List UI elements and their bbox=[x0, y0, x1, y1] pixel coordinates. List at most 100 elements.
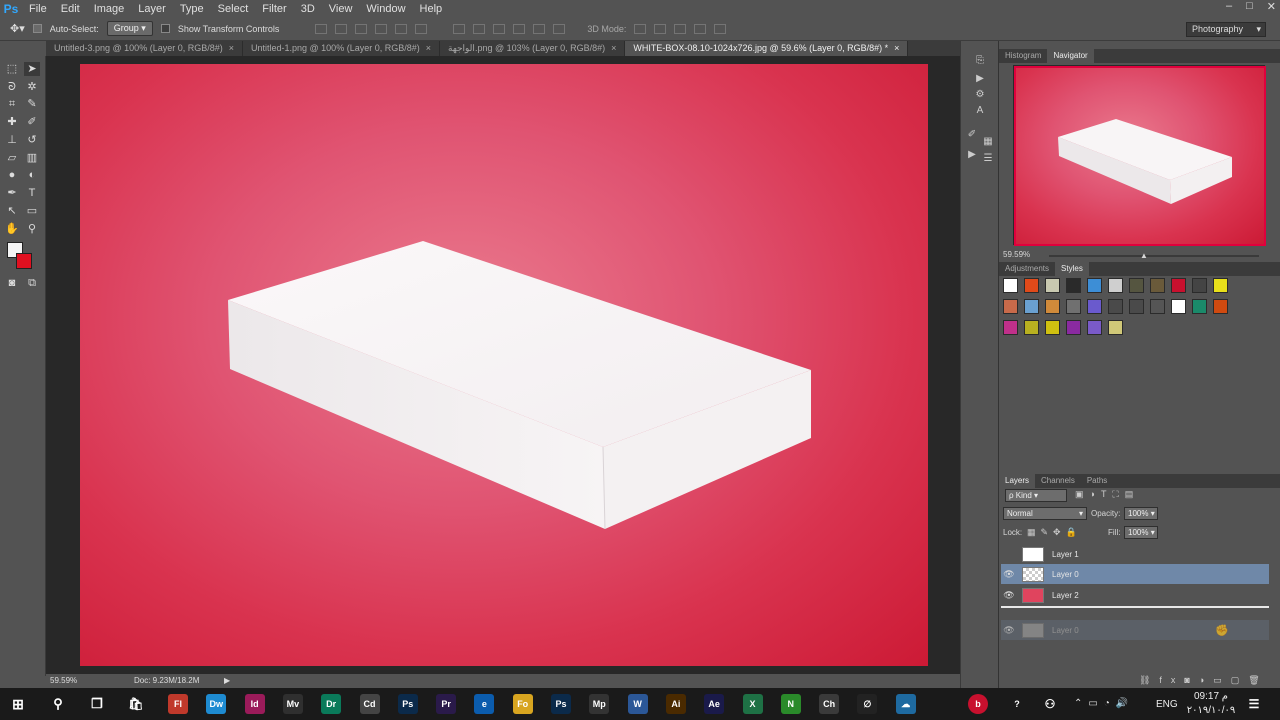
style-swatch[interactable] bbox=[1108, 320, 1123, 335]
taskbar-app-icon[interactable]: Pr bbox=[436, 694, 457, 714]
layer-name[interactable]: Layer 2 bbox=[1052, 591, 1079, 600]
taskbar-app-icon[interactable]: Fo bbox=[512, 694, 533, 714]
hand-tool-icon[interactable]: ✋ bbox=[4, 222, 20, 236]
menu-help[interactable]: Help bbox=[413, 3, 450, 15]
timeline-icon[interactable]: ▶ bbox=[965, 149, 979, 161]
menu-3d[interactable]: 3D bbox=[294, 3, 322, 15]
distribute-top-icon[interactable] bbox=[453, 23, 466, 34]
zoom-slider-handle-icon[interactable]: ▲ bbox=[1140, 251, 1148, 260]
close-tab-icon[interactable]: × bbox=[611, 43, 616, 53]
style-swatch[interactable] bbox=[1024, 278, 1039, 293]
menu-view[interactable]: View bbox=[322, 3, 360, 15]
style-swatch[interactable] bbox=[1108, 299, 1123, 314]
clock-date[interactable]: ٢٠١٩/١٠/٠٩ bbox=[1184, 705, 1238, 716]
eye-icon[interactable]: 👁 bbox=[1001, 590, 1017, 601]
rectangle-tool-icon[interactable]: ▭ bbox=[24, 204, 40, 218]
notifications-icon[interactable]: ☰ bbox=[1244, 694, 1264, 714]
actions-panel-icon[interactable]: ▶ bbox=[973, 73, 987, 85]
lasso-tool-icon[interactable]: ᘐ bbox=[4, 80, 20, 94]
style-swatch[interactable] bbox=[1066, 278, 1081, 293]
tool-presets-icon[interactable]: ⚙ bbox=[973, 89, 987, 101]
search-icon[interactable]: ⚲ bbox=[48, 694, 68, 714]
layer-row-layer-0[interactable]: 👁 Layer 0 bbox=[1001, 564, 1269, 584]
eye-icon[interactable]: 👁 bbox=[1001, 569, 1017, 580]
tab-histogram[interactable]: Histogram bbox=[999, 49, 1047, 63]
marquee-tool-icon[interactable]: ⬚ bbox=[4, 62, 20, 76]
tray-icons[interactable]: ⌃▭◔🔊 bbox=[1074, 698, 1134, 709]
style-swatch[interactable] bbox=[1045, 320, 1060, 335]
align-right-icon[interactable] bbox=[415, 23, 428, 34]
menu-filter[interactable]: Filter bbox=[255, 3, 293, 15]
taskbar-app-icon[interactable]: Dw bbox=[206, 694, 227, 714]
store-icon[interactable]: 🛍 bbox=[126, 694, 146, 714]
move-tool-icon[interactable]: ➤ bbox=[24, 62, 40, 76]
distribute-right-icon[interactable] bbox=[553, 23, 566, 34]
taskbar-app-icon[interactable]: W bbox=[627, 694, 648, 714]
pen-tool-icon[interactable]: ✒ bbox=[4, 186, 20, 200]
brush-panel-icon[interactable]: ✐ bbox=[965, 129, 979, 141]
3d-pan-icon[interactable] bbox=[674, 23, 687, 34]
style-swatch[interactable] bbox=[1045, 278, 1060, 293]
style-swatch[interactable] bbox=[1213, 299, 1228, 314]
taskbar-app-icon[interactable]: Dr bbox=[321, 694, 342, 714]
style-swatch[interactable] bbox=[1171, 278, 1186, 293]
style-swatch[interactable] bbox=[1192, 299, 1207, 314]
style-swatch[interactable] bbox=[1129, 278, 1144, 293]
brush-tool-icon[interactable]: ✐ bbox=[24, 115, 40, 129]
distribute-bottom-icon[interactable] bbox=[493, 23, 506, 34]
taskbar-app-icon[interactable]: Ps bbox=[551, 694, 571, 714]
gradient-tool-icon[interactable]: ▥ bbox=[24, 151, 40, 165]
background-color-swatch[interactable] bbox=[16, 253, 32, 269]
layer-name[interactable]: Layer 0 bbox=[1052, 570, 1079, 579]
opacity-input[interactable]: 100% ▾ bbox=[1124, 507, 1158, 520]
style-swatch[interactable] bbox=[1003, 320, 1018, 335]
distribute-left-icon[interactable] bbox=[513, 23, 526, 34]
taskbar-app-icon[interactable]: e bbox=[474, 694, 495, 714]
eyedropper-icon[interactable]: ✎ bbox=[24, 97, 40, 111]
blur-tool-icon[interactable]: ● bbox=[4, 168, 20, 182]
tab-channels[interactable]: Channels bbox=[1035, 474, 1081, 488]
character-panel-icon[interactable]: A bbox=[973, 105, 987, 117]
taskbar-app-icon[interactable]: Ai bbox=[665, 694, 686, 714]
layer-filter-icons[interactable]: ▣◑T⛶▤ bbox=[1075, 489, 1139, 500]
taskbar-app-icon[interactable]: Id bbox=[244, 694, 265, 714]
distribute-hcenter-icon[interactable] bbox=[533, 23, 546, 34]
menu-window[interactable]: Window bbox=[359, 3, 412, 15]
doc-tab-arabic[interactable]: الواجهة.png @ 103% (Layer 0, RGB/8#) × bbox=[440, 41, 626, 56]
taskbar-app-icon[interactable]: Mv bbox=[282, 694, 303, 714]
style-swatch[interactable] bbox=[1129, 299, 1144, 314]
doc-tab-untitled-1[interactable]: Untitled-1.png @ 100% (Layer 0, RGB/8#) × bbox=[243, 41, 440, 56]
path-selection-icon[interactable]: ↖ bbox=[4, 204, 20, 218]
align-left-icon[interactable] bbox=[375, 23, 388, 34]
windows-start-icon[interactable]: ⊞ bbox=[8, 694, 28, 714]
taskbar-app-icon[interactable]: ☁ bbox=[895, 694, 916, 714]
properties-panel-icon[interactable]: ☰ bbox=[981, 153, 995, 165]
input-language[interactable]: ENG bbox=[1156, 699, 1178, 710]
move-tool-preset-icon[interactable]: ✥▾ bbox=[10, 22, 25, 35]
layer-row-layer-1[interactable]: Layer 1 bbox=[1001, 544, 1269, 564]
layer-filter-kind[interactable]: ρ Kind ▾ bbox=[1005, 489, 1067, 502]
task-view-icon[interactable]: ❐ bbox=[87, 694, 107, 714]
people-icon[interactable]: ⚇ bbox=[1040, 694, 1060, 714]
auto-select-checkbox[interactable] bbox=[32, 24, 42, 33]
style-swatch[interactable] bbox=[1171, 299, 1186, 314]
style-swatch[interactable] bbox=[1087, 299, 1102, 314]
menu-file[interactable]: File bbox=[22, 3, 54, 15]
style-swatch[interactable] bbox=[1213, 278, 1228, 293]
clock-time[interactable]: 09:17 م bbox=[1186, 691, 1236, 702]
navigator-zoom-value[interactable]: 59.59% bbox=[1003, 250, 1030, 259]
workspace-dropdown[interactable]: Photography ▾ bbox=[1186, 22, 1266, 37]
layer-row-layer-2[interactable]: 👁 Layer 2 bbox=[1001, 585, 1269, 605]
menu-type[interactable]: Type bbox=[173, 3, 211, 15]
tab-layers[interactable]: Layers bbox=[999, 474, 1036, 488]
style-swatch[interactable] bbox=[1150, 278, 1165, 293]
3d-roll-icon[interactable] bbox=[654, 23, 667, 34]
close-window-button[interactable]: ✕ bbox=[1267, 0, 1276, 13]
taskbar-app-icon[interactable]: N bbox=[780, 694, 801, 714]
auto-select-dropdown[interactable]: Group ▾ bbox=[106, 21, 153, 36]
menu-select[interactable]: Select bbox=[211, 3, 256, 15]
maximize-button[interactable]: □ bbox=[1246, 0, 1253, 13]
style-swatch[interactable] bbox=[1087, 320, 1102, 335]
fill-input[interactable]: 100% ▾ bbox=[1124, 526, 1158, 539]
menu-layer[interactable]: Layer bbox=[131, 3, 173, 15]
